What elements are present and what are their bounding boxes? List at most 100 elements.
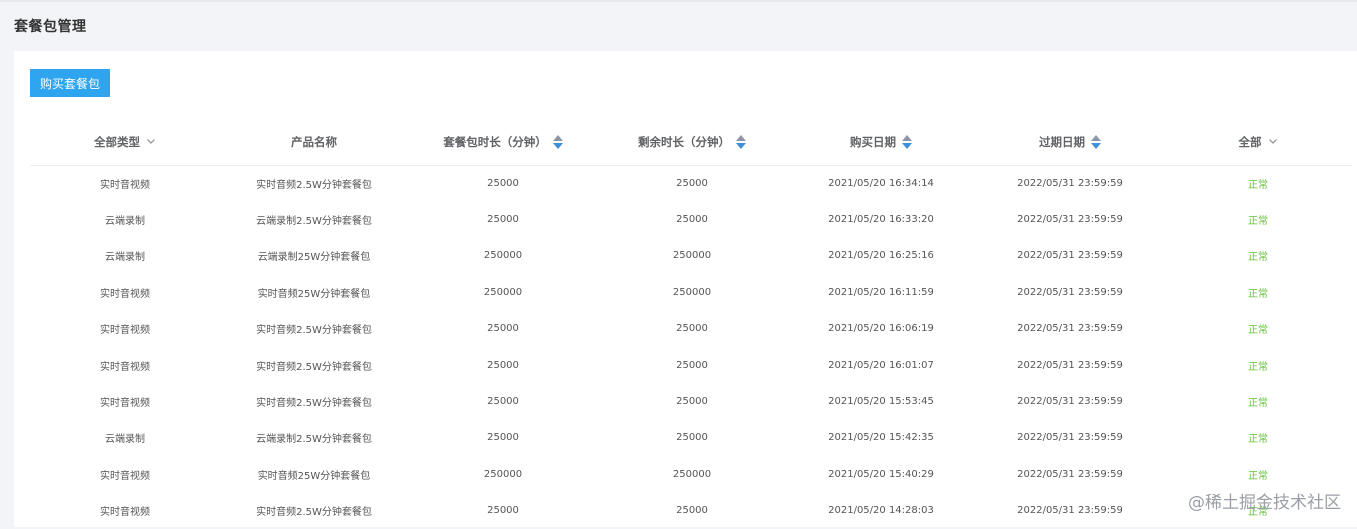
- cell-status: 正常: [1164, 274, 1352, 310]
- cell-product: 实时音频25W分钟套餐包: [220, 456, 408, 492]
- sort-ascending-icon[interactable]: [1091, 135, 1101, 141]
- cell-product: 实时音频2.5W分钟套餐包: [220, 311, 408, 347]
- column-header-remaining-duration[interactable]: 剩余时长（分钟）: [598, 119, 786, 165]
- cell-status: 正常: [1164, 201, 1352, 237]
- package-table: 全部类型 产品名称 套餐包时长（分钟） 剩余时长（分钟） 购买日期 过期日期 全部 实时音视…: [30, 119, 1352, 529]
- table-row: 实时音视频实时音频2.5W分钟套餐包25000250002021/05/20 1…: [30, 383, 1352, 419]
- cell-expiry-date: 2022/05/31 23:59:59: [976, 274, 1164, 310]
- cell-purchase-date: 2021/05/20 16:06:19: [786, 311, 976, 347]
- cell-product: 实时音频2.5W分钟套餐包: [220, 493, 408, 529]
- cell-purchase-date: 2021/05/20 16:34:14: [786, 165, 976, 201]
- cell-purchase-date: 2021/05/20 15:53:45: [786, 383, 976, 419]
- table-body: 实时音视频实时音频2.5W分钟套餐包25000250002021/05/20 1…: [30, 165, 1352, 529]
- cell-remaining-duration: 250000: [598, 274, 786, 310]
- cell-remaining-duration: 25000: [598, 347, 786, 383]
- cell-expiry-date: 2022/05/31 23:59:59: [976, 165, 1164, 201]
- cell-purchase-date: 2021/05/20 16:01:07: [786, 347, 976, 383]
- sort-icon[interactable]: [1091, 135, 1101, 149]
- cell-purchase-date: 2021/05/20 15:40:29: [786, 456, 976, 492]
- table-row: 实时音视频实时音频2.5W分钟套餐包25000250002021/05/20 1…: [30, 165, 1352, 201]
- column-header-inner: 全部类型: [94, 134, 156, 150]
- column-header-expiry-date[interactable]: 过期日期: [976, 119, 1164, 165]
- sort-ascending-icon[interactable]: [902, 135, 912, 141]
- cell-purchase-date: 2021/05/20 16:33:20: [786, 201, 976, 237]
- cell-product: 实时音频2.5W分钟套餐包: [220, 383, 408, 419]
- cell-remaining-duration: 25000: [598, 165, 786, 201]
- column-header-label: 购买日期: [850, 134, 896, 150]
- cell-status: 正常: [1164, 311, 1352, 347]
- cell-package-duration: 25000: [408, 311, 598, 347]
- cell-type: 云端录制: [30, 201, 220, 237]
- cell-status: 正常: [1164, 347, 1352, 383]
- table-header-row: 全部类型 产品名称 套餐包时长（分钟） 剩余时长（分钟） 购买日期 过期日期 全部: [30, 119, 1352, 165]
- sort-icon[interactable]: [736, 135, 746, 149]
- column-header-type[interactable]: 全部类型: [30, 119, 220, 165]
- cell-package-duration: 250000: [408, 238, 598, 274]
- cell-remaining-duration: 250000: [598, 238, 786, 274]
- cell-remaining-duration: 25000: [598, 383, 786, 419]
- column-header-label: 全部类型: [94, 134, 140, 150]
- cell-purchase-date: 2021/05/20 16:25:16: [786, 238, 976, 274]
- table-row: 云端录制云端录制2.5W分钟套餐包25000250002021/05/20 15…: [30, 420, 1352, 456]
- column-header-inner: 套餐包时长（分钟）: [443, 134, 563, 150]
- sort-ascending-icon[interactable]: [553, 135, 563, 141]
- sort-descending-icon[interactable]: [736, 143, 746, 149]
- column-header-package-duration[interactable]: 套餐包时长（分钟）: [408, 119, 598, 165]
- cell-purchase-date: 2021/05/20 15:42:35: [786, 420, 976, 456]
- table-row: 云端录制云端录制2.5W分钟套餐包25000250002021/05/20 16…: [30, 201, 1352, 237]
- cell-expiry-date: 2022/05/31 23:59:59: [976, 238, 1164, 274]
- cell-status: 正常: [1164, 165, 1352, 201]
- column-header-purchase-date[interactable]: 购买日期: [786, 119, 976, 165]
- column-header-inner: 产品名称: [291, 134, 337, 150]
- sort-ascending-icon[interactable]: [736, 135, 746, 141]
- package-panel: 购买套餐包 全部类型产品名称套餐包时长（分钟）剩余时长（分钟）购买日期过期日期全…: [14, 51, 1357, 527]
- cell-remaining-duration: 25000: [598, 201, 786, 237]
- column-header-inner: 剩余时长（分钟）: [638, 134, 746, 150]
- column-header-inner: 全部: [1239, 134, 1278, 150]
- sort-icon[interactable]: [553, 135, 563, 149]
- cell-type: 实时音视频: [30, 347, 220, 383]
- cell-expiry-date: 2022/05/31 23:59:59: [976, 493, 1164, 529]
- column-header-inner: 过期日期: [1039, 134, 1101, 150]
- cell-package-duration: 250000: [408, 274, 598, 310]
- cell-product: 云端录制2.5W分钟套餐包: [220, 201, 408, 237]
- cell-type: 实时音视频: [30, 311, 220, 347]
- chevron-down-icon[interactable]: [1268, 135, 1278, 149]
- sort-descending-icon[interactable]: [1091, 143, 1101, 149]
- cell-product: 实时音频2.5W分钟套餐包: [220, 347, 408, 383]
- cell-type: 实时音视频: [30, 456, 220, 492]
- sort-icon[interactable]: [902, 135, 912, 149]
- cell-package-duration: 25000: [408, 383, 598, 419]
- cell-type: 云端录制: [30, 420, 220, 456]
- column-header-inner: 购买日期: [850, 134, 912, 150]
- column-header-label: 套餐包时长（分钟）: [443, 134, 547, 150]
- cell-expiry-date: 2022/05/31 23:59:59: [976, 201, 1164, 237]
- cell-remaining-duration: 25000: [598, 420, 786, 456]
- cell-remaining-duration: 25000: [598, 493, 786, 529]
- cell-package-duration: 25000: [408, 201, 598, 237]
- cell-product: 实时音频25W分钟套餐包: [220, 274, 408, 310]
- table-row: 实时音视频实时音频2.5W分钟套餐包25000250002021/05/20 1…: [30, 311, 1352, 347]
- cell-expiry-date: 2022/05/31 23:59:59: [976, 383, 1164, 419]
- table-row: 实时音视频实时音频2.5W分钟套餐包25000250002021/05/20 1…: [30, 347, 1352, 383]
- sort-descending-icon[interactable]: [902, 143, 912, 149]
- table-row: 云端录制云端录制25W分钟套餐包2500002500002021/05/20 1…: [30, 238, 1352, 274]
- column-header-status[interactable]: 全部: [1164, 119, 1352, 165]
- buy-package-button[interactable]: 购买套餐包: [30, 69, 110, 97]
- cell-expiry-date: 2022/05/31 23:59:59: [976, 420, 1164, 456]
- cell-status: 正常: [1164, 383, 1352, 419]
- column-header-label: 过期日期: [1039, 134, 1085, 150]
- cell-package-duration: 25000: [408, 347, 598, 383]
- column-header-label: 全部: [1239, 134, 1262, 150]
- sort-descending-icon[interactable]: [553, 143, 563, 149]
- cell-package-duration: 25000: [408, 420, 598, 456]
- table-row: 实时音视频实时音频25W分钟套餐包2500002500002021/05/20 …: [30, 456, 1352, 492]
- top-divider: [0, 0, 1357, 2]
- column-header-label: 产品名称: [291, 134, 337, 150]
- chevron-down-icon[interactable]: [146, 135, 156, 149]
- table-row: 实时音视频实时音频2.5W分钟套餐包25000250002021/05/20 1…: [30, 493, 1352, 529]
- cell-type: 云端录制: [30, 238, 220, 274]
- cell-remaining-duration: 25000: [598, 311, 786, 347]
- cell-product: 实时音频2.5W分钟套餐包: [220, 165, 408, 201]
- cell-expiry-date: 2022/05/31 23:59:59: [976, 347, 1164, 383]
